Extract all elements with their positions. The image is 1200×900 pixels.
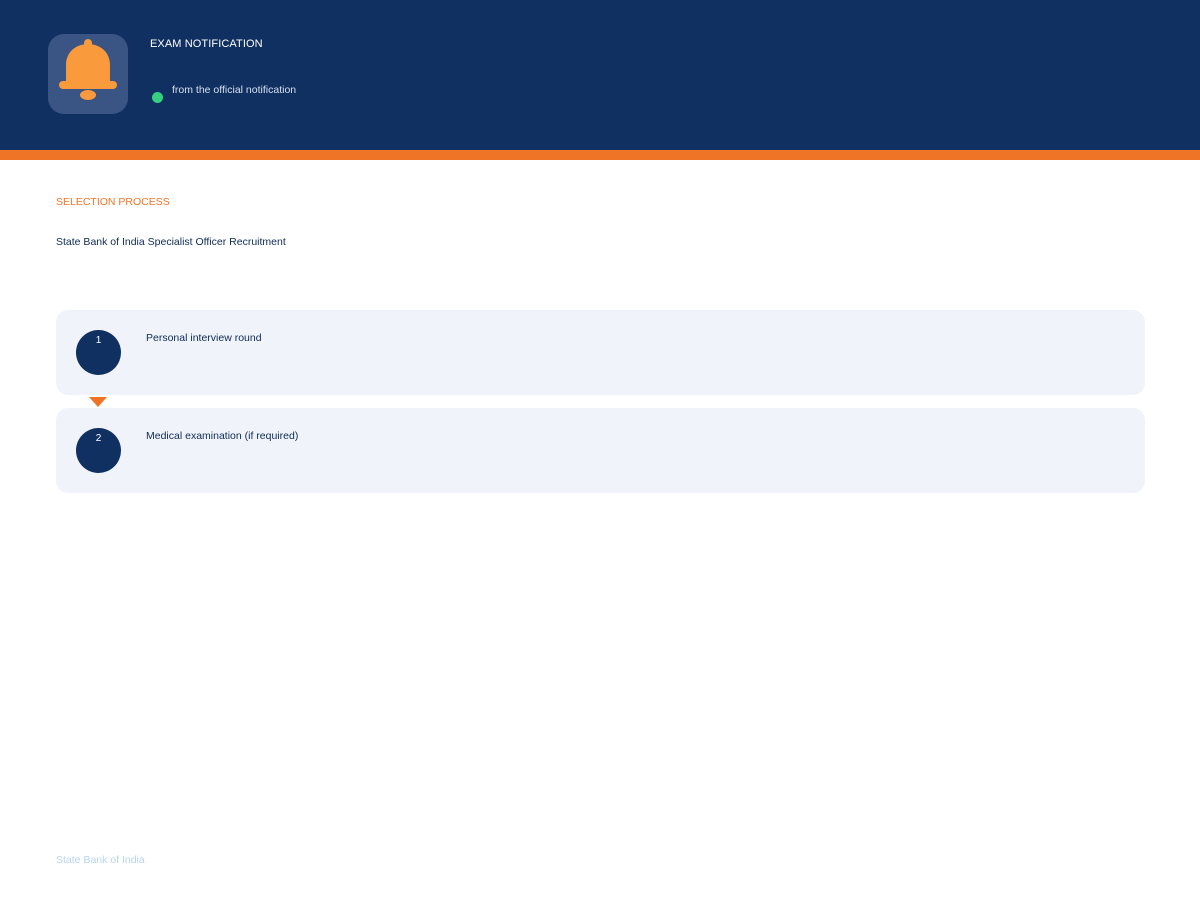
section-title: State Bank of India Specialist Officer R… [56, 236, 286, 248]
header-title: EXAM NOTIFICATION [150, 38, 263, 50]
step-connector-arrow [89, 397, 107, 407]
header-subtitle: from the official notification [172, 84, 297, 96]
header: EXAM NOTIFICATION from the official noti… [0, 0, 1200, 150]
app-icon [48, 34, 128, 114]
step-number-badge: 2 [76, 428, 121, 473]
step-number: 1 [95, 335, 102, 346]
step-text: Medical examination (if required) [146, 430, 299, 442]
status-dot [152, 92, 163, 103]
bell-icon [59, 39, 117, 100]
step-card-2: 2 Medical examination (if required) [56, 408, 1145, 493]
footer-text: State Bank of India [56, 854, 145, 866]
page: EXAM NOTIFICATION from the official noti… [0, 0, 1200, 900]
section-label: SELECTION PROCESS [56, 196, 170, 208]
accent-bar [0, 150, 1200, 160]
step-number-badge: 1 [76, 330, 121, 375]
step-card-1: 1 Personal interview round [56, 310, 1145, 395]
step-text: Personal interview round [146, 332, 262, 344]
step-number: 2 [95, 433, 102, 444]
